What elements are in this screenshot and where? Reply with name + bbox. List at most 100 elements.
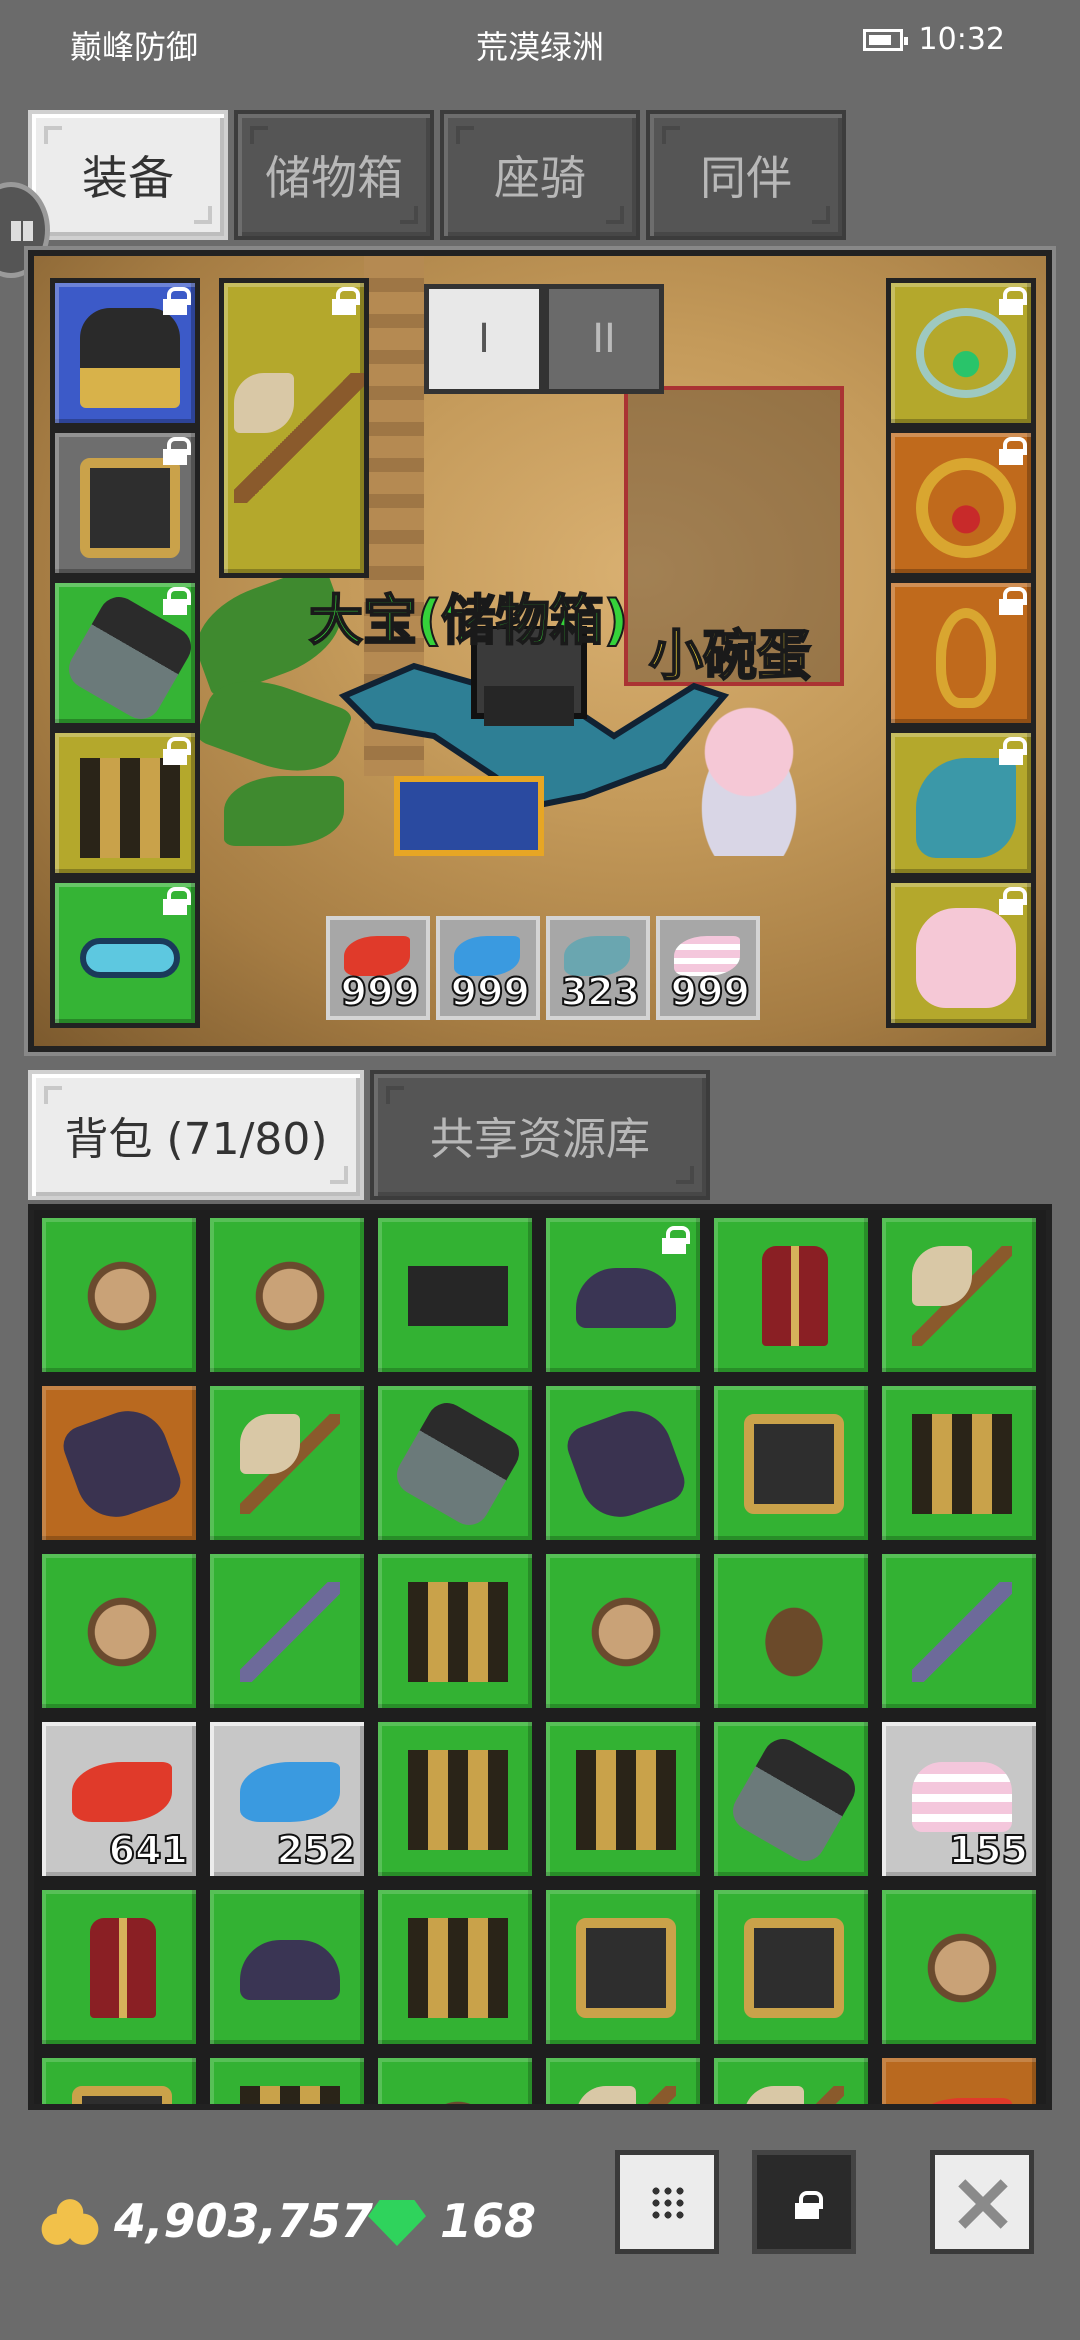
resource-slot-cake[interactable]: 999 bbox=[656, 916, 760, 1020]
armor-icon bbox=[240, 1246, 340, 1346]
backpack-item[interactable] bbox=[878, 1550, 1040, 1712]
lock-icon bbox=[999, 887, 1027, 915]
grid-icon bbox=[650, 2185, 686, 2221]
backpack-item[interactable] bbox=[710, 2054, 872, 2104]
backpack-item[interactable] bbox=[710, 1718, 872, 1880]
backpack-item[interactable] bbox=[374, 1718, 536, 1880]
robe-icon bbox=[90, 1918, 156, 2018]
tab-storage[interactable]: 储物箱 bbox=[234, 110, 434, 240]
equipment-panel: 大宝(储物箱) 小碗蛋 I II 999 999 323 999 bbox=[28, 250, 1052, 1052]
character-name: 大宝(储物箱) bbox=[308, 588, 629, 653]
page-button-2[interactable]: II bbox=[544, 284, 664, 394]
axe-icon bbox=[240, 1414, 340, 1514]
axe-icon bbox=[912, 1246, 1012, 1346]
mount-saddle bbox=[394, 776, 544, 856]
robe-icon bbox=[762, 1246, 828, 1346]
pants-icon bbox=[240, 2086, 340, 2104]
backpack-item[interactable] bbox=[374, 1382, 536, 1544]
backpack-item[interactable] bbox=[374, 1214, 536, 1376]
gold-amount: 4,903,757 bbox=[114, 2194, 373, 2248]
equip-slot-helmet[interactable] bbox=[50, 278, 200, 428]
backpack-item[interactable] bbox=[878, 1886, 1040, 2048]
backpack-item[interactable]: 155 bbox=[878, 1718, 1040, 1880]
pants-icon bbox=[408, 1918, 508, 2018]
resource-count: 999 bbox=[670, 969, 751, 1015]
grid-view-button[interactable] bbox=[615, 2150, 719, 2254]
resource-slot-fish[interactable]: 323 bbox=[546, 916, 650, 1020]
backpack-item[interactable] bbox=[710, 1214, 872, 1376]
status-bar: 巅峰防御 荒漠绿洲 10:32 bbox=[0, 0, 1080, 90]
pants-icon bbox=[912, 1414, 1012, 1514]
equip-slot-pants[interactable] bbox=[50, 728, 200, 878]
backpack-item[interactable] bbox=[38, 1382, 200, 1544]
backpack-item[interactable] bbox=[374, 1886, 536, 2048]
backpack-item[interactable] bbox=[542, 1718, 704, 1880]
axe-icon bbox=[744, 2086, 844, 2104]
axe-icon bbox=[234, 373, 364, 503]
gold-coins-icon bbox=[38, 2198, 102, 2246]
backpack-item[interactable] bbox=[542, 1886, 704, 2048]
backpack-item[interactable] bbox=[710, 1886, 872, 2048]
backpack-item[interactable] bbox=[38, 2054, 200, 2104]
backpack-item[interactable] bbox=[38, 1214, 200, 1376]
tab-shared-storage[interactable]: 共享资源库 bbox=[370, 1070, 710, 1200]
tab-backpack[interactable]: 背包 (71/80) bbox=[28, 1070, 364, 1200]
lock-button[interactable] bbox=[752, 2150, 856, 2254]
sword-icon bbox=[912, 1582, 1012, 1682]
backpack-item[interactable] bbox=[878, 1382, 1040, 1544]
page-button-1[interactable]: I bbox=[424, 284, 544, 394]
equip-slot-gauntlet[interactable] bbox=[50, 578, 200, 728]
resource-slot-blue-feather[interactable]: 999 bbox=[436, 916, 540, 1020]
lock-icon bbox=[163, 437, 191, 465]
backpack-item[interactable] bbox=[878, 2054, 1040, 2104]
backpack-item[interactable] bbox=[374, 1550, 536, 1712]
pants-icon bbox=[576, 1750, 676, 1850]
backpack-item[interactable] bbox=[710, 1550, 872, 1712]
equip-slot-weapon[interactable] bbox=[219, 278, 369, 578]
backpack-item[interactable] bbox=[206, 1214, 368, 1376]
backpack-item[interactable] bbox=[38, 1550, 200, 1712]
equip-slot-chest[interactable] bbox=[50, 428, 200, 578]
companion-name: 小碗蛋 bbox=[648, 623, 812, 688]
equip-slot-belt[interactable] bbox=[50, 878, 200, 1028]
gauntlet-icon bbox=[389, 1395, 527, 1533]
tab-equipment[interactable]: 装备 bbox=[28, 110, 228, 240]
lock-icon bbox=[163, 887, 191, 915]
tab-companion[interactable]: 同伴 bbox=[646, 110, 846, 240]
gauntlet-icon bbox=[725, 1731, 863, 1869]
glove-icon bbox=[57, 1399, 187, 1529]
lock-icon bbox=[662, 1226, 690, 1254]
backpack-item[interactable] bbox=[542, 1382, 704, 1544]
backpack-item[interactable] bbox=[38, 1886, 200, 2048]
gem-amount: 168 bbox=[440, 2194, 537, 2248]
axe-icon bbox=[576, 2086, 676, 2104]
equip-slot-mount[interactable] bbox=[886, 728, 1036, 878]
backpack-item[interactable] bbox=[206, 1382, 368, 1544]
armor-icon bbox=[72, 1582, 172, 1682]
equip-slot-ring[interactable] bbox=[886, 428, 1036, 578]
helmet-icon bbox=[80, 308, 180, 408]
equip-slot-amulet[interactable] bbox=[886, 278, 1036, 428]
backpack-item[interactable] bbox=[710, 1382, 872, 1544]
backpack-item[interactable] bbox=[206, 1550, 368, 1712]
pants-icon bbox=[80, 758, 180, 858]
glove-icon bbox=[561, 1399, 691, 1529]
close-button[interactable] bbox=[930, 2150, 1034, 2254]
backpack-item[interactable] bbox=[374, 2054, 536, 2104]
backpack-item[interactable] bbox=[542, 2054, 704, 2104]
equip-slot-pet[interactable] bbox=[886, 878, 1036, 1028]
chest-icon bbox=[72, 2086, 172, 2104]
equip-slot-earring[interactable] bbox=[886, 578, 1036, 728]
backpack-item[interactable] bbox=[542, 1550, 704, 1712]
backpack-item[interactable] bbox=[542, 1214, 704, 1376]
backpack-item[interactable] bbox=[206, 2054, 368, 2104]
tab-mount[interactable]: 座骑 bbox=[440, 110, 640, 240]
armor-icon bbox=[72, 1246, 172, 1346]
backpack-item[interactable] bbox=[878, 1214, 1040, 1376]
backpack-item[interactable]: 641 bbox=[38, 1718, 200, 1880]
backpack-item[interactable]: 252 bbox=[206, 1718, 368, 1880]
resource-slot-red-feather[interactable]: 999 bbox=[326, 916, 430, 1020]
backpack-item[interactable] bbox=[206, 1886, 368, 2048]
cap-icon bbox=[576, 1268, 676, 1328]
dino-head-icon bbox=[916, 758, 1016, 858]
